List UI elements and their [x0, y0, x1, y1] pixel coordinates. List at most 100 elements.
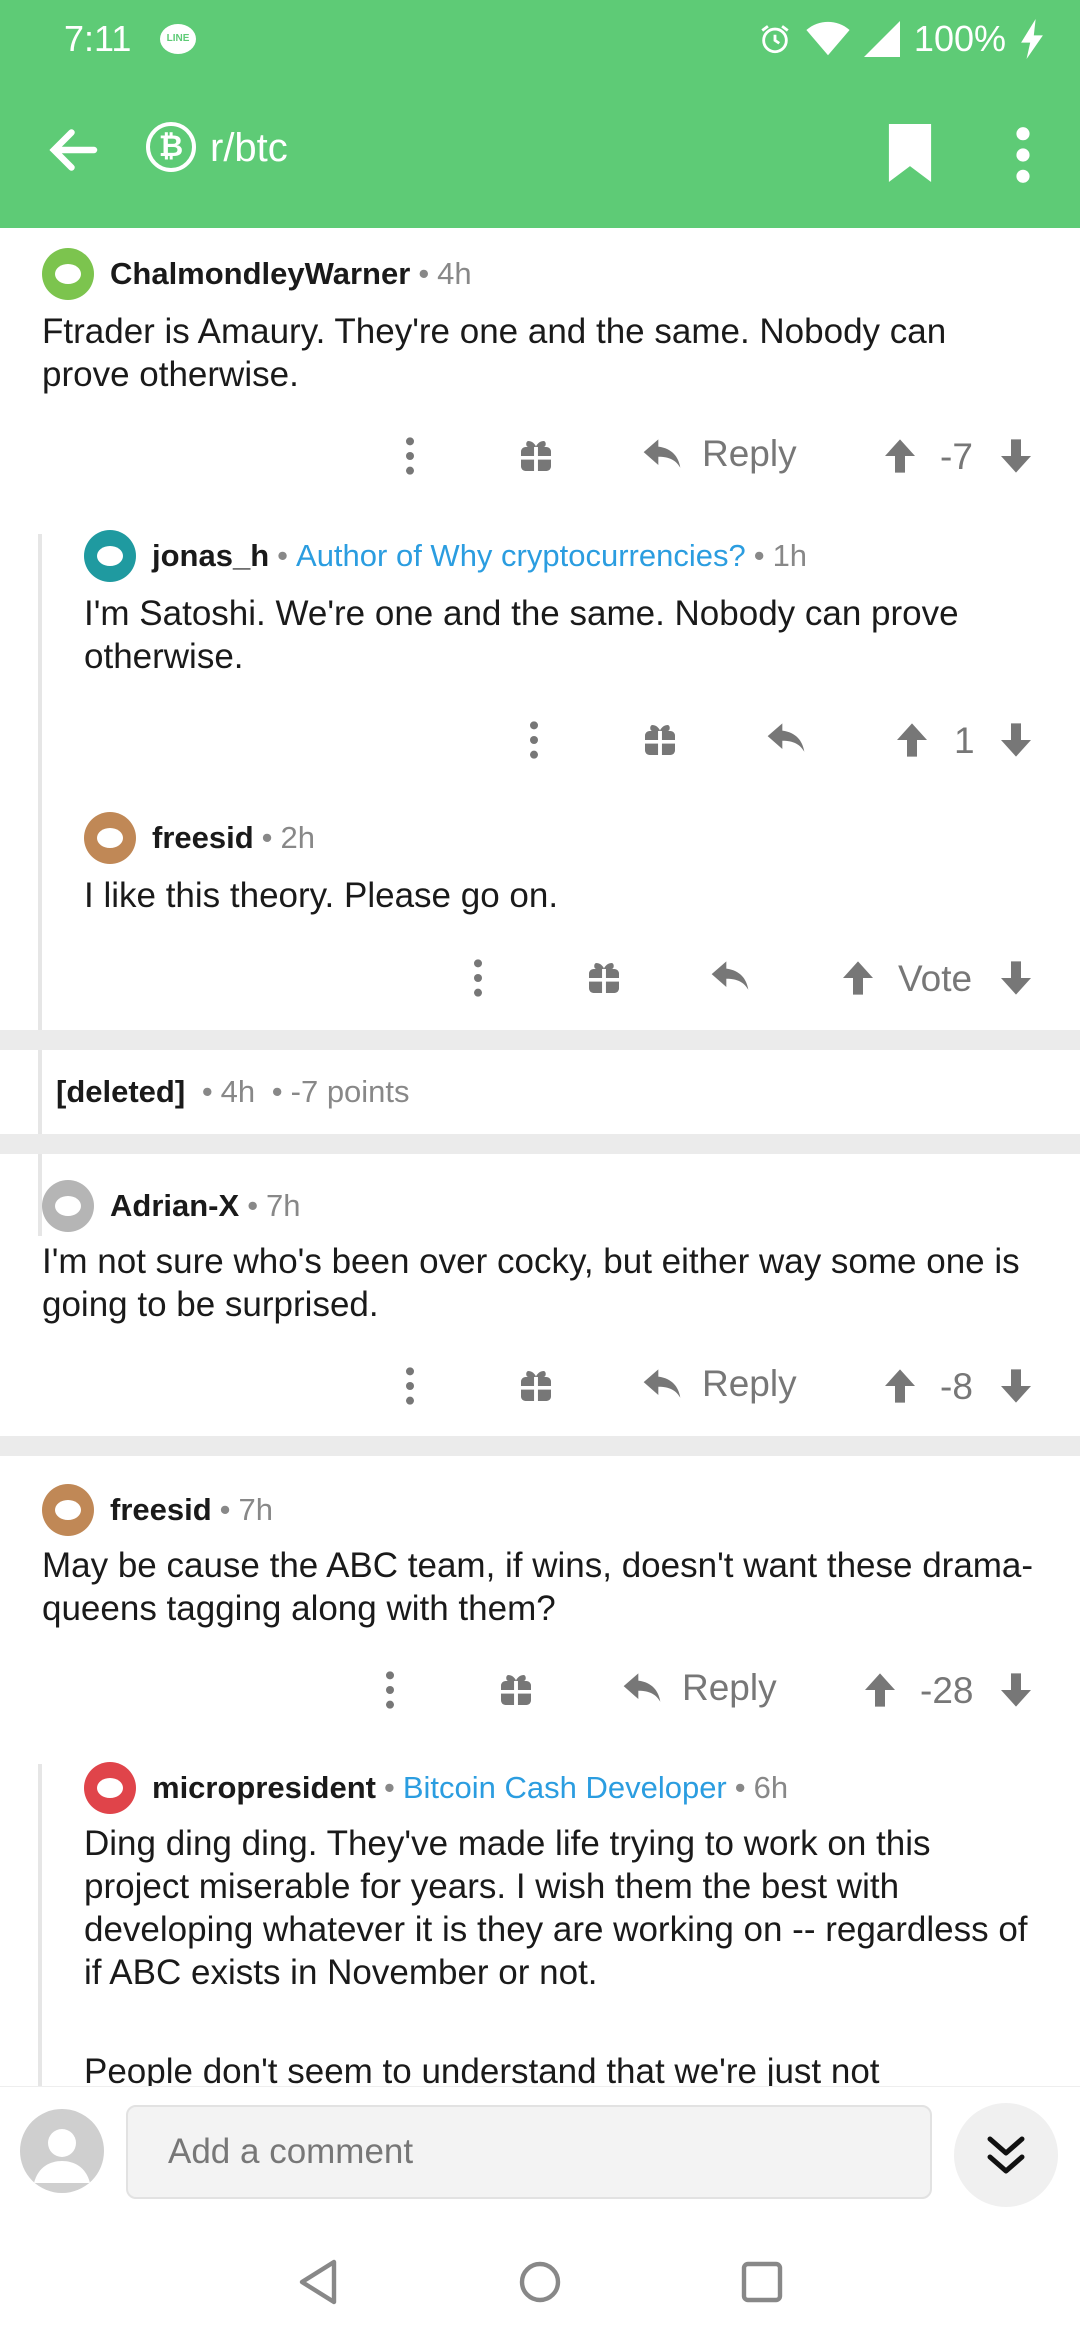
reply-button[interactable]: Reply [620, 1666, 777, 1710]
status-bar: 7:11 LINE 100% [0, 0, 1080, 80]
comment-time: 6h [753, 1770, 789, 1805]
gift-award-icon[interactable] [642, 720, 678, 760]
system-nav-bar [0, 2220, 1080, 2340]
downvote-icon[interactable] [996, 718, 1036, 762]
gift-award-icon[interactable] [498, 1670, 534, 1710]
wifi-icon [806, 21, 850, 56]
username[interactable]: Adrian-X [110, 1188, 239, 1224]
gift-award-icon[interactable] [518, 1366, 554, 1406]
reply-icon [620, 1666, 664, 1710]
downvote-icon[interactable] [996, 1364, 1036, 1408]
upvote-icon[interactable] [838, 956, 878, 1000]
reply-icon[interactable] [764, 716, 808, 760]
upvote-icon[interactable] [880, 1364, 920, 1408]
status-time: 7:11 [64, 18, 132, 59]
comment-list[interactable]: ChalmondleyWarner • 4h Ftrader is Amaury… [0, 228, 1080, 2086]
vote-label: Vote [898, 958, 973, 999]
user-avatar[interactable] [20, 2109, 104, 2193]
comment-header: micropresident • Bitcoin Cash Developer … [84, 1762, 788, 1814]
gift-award-icon[interactable] [586, 958, 622, 998]
avatar[interactable] [42, 1484, 94, 1536]
downvote-icon[interactable] [996, 1668, 1036, 1712]
comment-text: I like this theory. Please go on. [84, 876, 559, 915]
upvote-icon[interactable] [880, 434, 920, 478]
score: -7 [940, 436, 973, 477]
comment-points: -7 points [290, 1074, 410, 1109]
reply-button[interactable]: Reply [640, 1362, 797, 1406]
thread-line[interactable] [38, 1764, 42, 2086]
avatar[interactable] [84, 530, 136, 582]
score: -8 [940, 1366, 973, 1407]
nav-recents-icon[interactable] [740, 2260, 784, 2304]
nav-home-icon[interactable] [518, 2260, 562, 2304]
double-chevron-down-icon [987, 2136, 1025, 2174]
comment-text: Ding ding ding. They've made life trying… [84, 1824, 1028, 1992]
alarm-icon [761, 25, 789, 54]
comment-header: jonas_h • Author of Why cryptocurrencies… [84, 530, 807, 582]
charging-icon [1021, 19, 1043, 59]
username[interactable]: jonas_h [152, 538, 269, 574]
comment-text: Ftrader is Amaury. They're one and the s… [42, 312, 947, 394]
reply-label: Reply [702, 1363, 797, 1404]
jump-to-next-button[interactable] [954, 2103, 1058, 2207]
cell-signal-icon [863, 21, 900, 57]
comment-time: 1h [772, 538, 808, 573]
more-options-icon[interactable] [400, 436, 420, 476]
username[interactable]: freesid [110, 1492, 212, 1528]
username[interactable]: micropresident [152, 1770, 376, 1806]
nav-back-icon[interactable] [296, 2258, 340, 2306]
status-icons: 100% [758, 14, 1044, 64]
bookmark-icon[interactable] [888, 124, 932, 182]
avatar[interactable] [84, 812, 136, 864]
reply-icon[interactable] [708, 954, 752, 998]
divider [0, 1030, 1080, 1050]
comment-text: I'm Satoshi. We're one and the same. Nob… [84, 594, 959, 676]
subreddit-title[interactable]: r/btc [210, 126, 288, 171]
score: 1 [954, 720, 975, 761]
avatar[interactable] [42, 1180, 94, 1232]
username[interactable]: freesid [152, 820, 254, 856]
comment-text-continued: People don't seem to understand that we'… [84, 2052, 880, 2086]
comment-header: Adrian-X • 7h [42, 1180, 301, 1232]
avatar[interactable] [84, 1762, 136, 1814]
deleted-comment[interactable]: [deleted] • 4h • -7 points [56, 1074, 410, 1110]
reply-button[interactable]: Reply [640, 432, 797, 476]
comment-header: freesid • 2h [84, 812, 315, 864]
subreddit-logo-icon: ₿ [146, 122, 196, 172]
gift-award-icon[interactable] [518, 436, 554, 476]
more-options-icon[interactable] [524, 720, 544, 760]
comment-time: 4h [437, 256, 472, 291]
downvote-icon[interactable] [996, 434, 1036, 478]
comment-composer: Add a comment [0, 2086, 1080, 2221]
deleted-label: [deleted] [56, 1074, 186, 1109]
comment-text: May be cause the ABC team, if wins, does… [42, 1546, 1034, 1628]
reply-icon [640, 1362, 684, 1406]
add-comment-input[interactable]: Add a comment [126, 2105, 932, 2199]
thread-line[interactable] [38, 534, 42, 1236]
top-bar: 7:11 LINE 100% ₿ r/btc [0, 0, 1080, 228]
username[interactable]: ChalmondleyWarner [110, 256, 410, 292]
reply-label: Reply [702, 433, 797, 474]
user-flair: Author of Why cryptocurrencies? [296, 538, 746, 573]
user-flair: Bitcoin Cash Developer [402, 1770, 727, 1805]
overflow-menu-icon[interactable] [1008, 126, 1038, 184]
comment-header: ChalmondleyWarner • 4h [42, 248, 472, 300]
avatar[interactable] [42, 248, 94, 300]
divider [0, 1134, 1080, 1154]
more-options-icon[interactable] [468, 958, 488, 998]
back-arrow-icon[interactable] [44, 120, 104, 180]
score: -28 [920, 1670, 974, 1711]
comment-time: 7h [266, 1188, 301, 1223]
divider [0, 1436, 1080, 1456]
more-options-icon[interactable] [400, 1366, 420, 1406]
app-bar: ₿ r/btc [0, 100, 1080, 210]
downvote-icon[interactable] [996, 956, 1036, 1000]
upvote-icon[interactable] [892, 718, 932, 762]
battery-percent: 100% [913, 18, 1006, 59]
more-options-icon[interactable] [380, 1670, 400, 1710]
reply-icon [640, 432, 684, 476]
upvote-icon[interactable] [860, 1668, 900, 1712]
comment-time: 2h [280, 820, 316, 855]
comment-time: 7h [238, 1492, 274, 1527]
reply-label: Reply [682, 1667, 777, 1708]
